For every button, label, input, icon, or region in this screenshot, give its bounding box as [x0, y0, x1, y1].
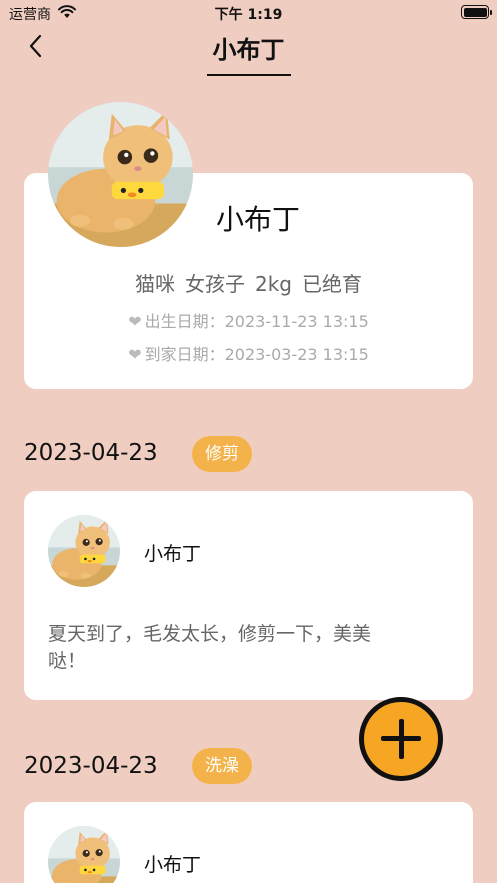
record-card[interactable]: 小布丁 [24, 802, 473, 883]
tag-neutered: 已绝育 [302, 272, 362, 296]
add-record-button[interactable] [359, 697, 443, 781]
record-avatar [48, 515, 120, 587]
pet-name: 小布丁 [216, 203, 301, 236]
heart-icon: ❤ [128, 312, 142, 331]
record-type-badge: 修剪 [192, 436, 252, 472]
record-note: 夏天到了，毛发太长，修剪一下，美美哒！ [48, 623, 372, 672]
page-title: 小布丁 [212, 36, 285, 64]
home-date-row: ❤ 到家日期：2023-03-23 13:15 [0, 341, 497, 365]
home-date-value: 2023-03-23 13:15 [224, 345, 369, 364]
birth-date-label: 出生日期： [144, 312, 225, 331]
record-date: 2023-04-23 [24, 753, 158, 779]
birth-date-row: ❤ 出生日期：2023-11-23 13:15 [0, 308, 497, 332]
record-pet-name: 小布丁 [144, 854, 202, 876]
status-bar: 运营商 下午 1:19 [0, 0, 497, 26]
heart-icon: ❤ [128, 345, 142, 364]
record-type-badge: 洗澡 [192, 748, 252, 784]
status-time: 下午 1:19 [214, 7, 283, 23]
record-avatar [48, 826, 120, 883]
record-pet-name: 小布丁 [144, 543, 202, 565]
pet-detail-screen: 运营商 下午 1:19 小布丁 小布丁 猫咪 女孩子 2kg 已绝育 ❤ 出生日期：20… [0, 0, 497, 883]
pet-tags: 猫咪 女孩子 2kg 已绝育 [0, 268, 497, 297]
record-date: 2023-04-23 [24, 440, 158, 466]
record-card[interactable]: 小布丁 夏天到了，毛发太长，修剪一下，美美哒！ [24, 491, 473, 700]
tag-gender: 女孩子 [184, 272, 245, 296]
title-underline [207, 74, 291, 76]
pet-avatar[interactable] [48, 102, 193, 247]
tag-weight: 2kg [254, 272, 292, 296]
battery-icon [461, 5, 492, 19]
tag-species: 猫咪 [134, 272, 175, 296]
birth-date-value: 2023-11-23 13:15 [224, 312, 369, 331]
home-date-label: 到家日期： [144, 345, 225, 364]
